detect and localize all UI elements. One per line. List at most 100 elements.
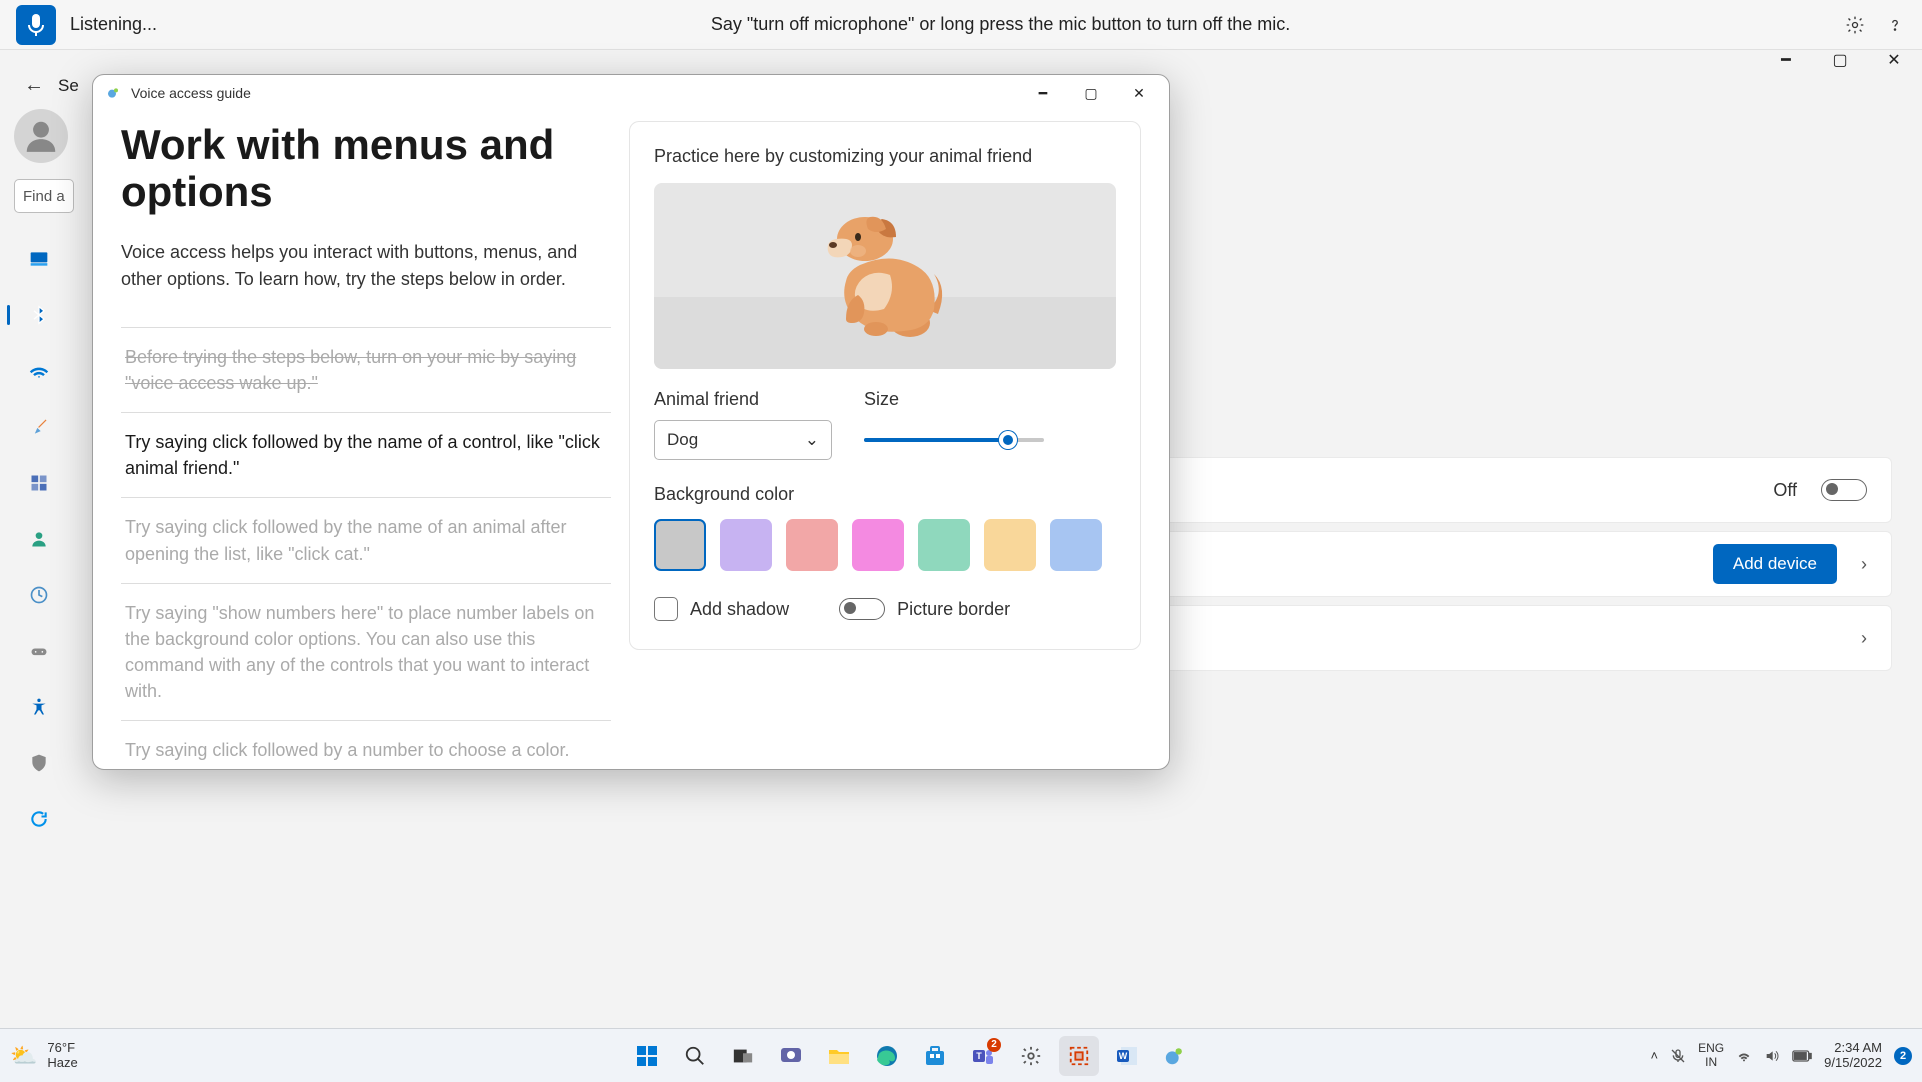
toggle-switch[interactable]	[1821, 479, 1867, 501]
sidebar-item-time-language[interactable]	[23, 579, 55, 611]
start-icon	[635, 1044, 659, 1068]
search-icon	[684, 1045, 706, 1067]
notification-badge[interactable]: 2	[1894, 1047, 1912, 1065]
color-swatch[interactable]	[786, 519, 838, 571]
color-swatch[interactable]	[918, 519, 970, 571]
sidebar-item-windows-update[interactable]	[23, 803, 55, 835]
taskview-icon	[732, 1045, 754, 1067]
paintbrush-icon	[29, 417, 49, 437]
sidebar-item-network[interactable]	[23, 355, 55, 387]
sidebar-item-privacy[interactable]	[23, 747, 55, 779]
voice-access-icon	[1164, 1045, 1186, 1067]
taskbar-chat-button[interactable]	[771, 1036, 811, 1076]
display-icon	[29, 249, 49, 269]
toggle-label: Off	[1773, 480, 1797, 501]
sidebar-item-apps[interactable]	[23, 467, 55, 499]
color-swatch[interactable]	[1050, 519, 1102, 571]
user-avatar[interactable]	[14, 109, 68, 163]
dog-illustration	[810, 195, 960, 345]
guide-window-title: Voice access guide	[131, 85, 251, 101]
chat-icon	[779, 1044, 803, 1068]
taskbar-word-button[interactable]: W	[1107, 1036, 1147, 1076]
teams-badge: 2	[987, 1038, 1001, 1052]
tray-chevron-icon[interactable]: ˄	[1651, 1048, 1659, 1063]
battery-tray-icon[interactable]	[1792, 1050, 1812, 1062]
find-setting-input[interactable]: Find a	[14, 179, 74, 213]
store-icon	[923, 1044, 947, 1068]
weather-icon: ⛅	[10, 1043, 37, 1069]
color-swatch[interactable]	[852, 519, 904, 571]
weather-widget[interactable]: ⛅ 76°F Haze	[10, 1041, 250, 1070]
guide-heading: Work with menus and options	[121, 121, 611, 215]
clock[interactable]: 2:34 AM 9/15/2022	[1824, 1041, 1882, 1071]
mic-button[interactable]	[16, 5, 56, 45]
wifi-icon	[29, 361, 49, 381]
taskbar-edge-button[interactable]	[867, 1036, 907, 1076]
color-swatch[interactable]	[984, 519, 1036, 571]
guide-left-pane: Work with menus and options Voice access…	[121, 121, 621, 770]
taskbar: ⛅ 76°F Haze T 2 W ˄ ENG IN 2:34 A	[0, 1028, 1922, 1082]
voice-access-guide-window: Voice access guide ━ ▢ ✕ Work with menus…	[92, 74, 1170, 770]
back-button[interactable]: ←	[24, 74, 44, 97]
size-label: Size	[864, 389, 1116, 410]
animal-friend-label: Animal friend	[654, 389, 832, 410]
taskbar-snip-button[interactable]	[1059, 1036, 1099, 1076]
sidebar-item-system[interactable]	[23, 243, 55, 275]
taskbar-explorer-button[interactable]	[819, 1036, 859, 1076]
sidebar-item-bluetooth[interactable]	[23, 299, 55, 331]
chevron-down-icon: ⌄	[805, 430, 819, 450]
settings-sidebar: Find a	[0, 97, 90, 1028]
guide-step: Try saying "show numbers here" to place …	[121, 584, 611, 721]
guide-minimize-button[interactable]: ━	[1019, 75, 1067, 111]
wifi-tray-icon[interactable]	[1736, 1048, 1752, 1064]
svg-text:W: W	[1119, 1051, 1128, 1061]
apps-icon	[29, 473, 49, 493]
taskbar-settings-button[interactable]	[1011, 1036, 1051, 1076]
mic-muted-icon[interactable]	[1670, 1048, 1686, 1064]
microphone-icon	[27, 13, 45, 37]
settings-gear-icon[interactable]	[1844, 14, 1866, 36]
taskbar-store-button[interactable]	[915, 1036, 955, 1076]
sidebar-item-personalization[interactable]	[23, 411, 55, 443]
system-tray: ˄ ENG IN 2:34 AM 9/15/2022 2	[1572, 1041, 1912, 1071]
language-indicator[interactable]: ENG IN	[1698, 1042, 1724, 1070]
color-swatch[interactable]	[654, 519, 706, 571]
size-slider[interactable]	[864, 438, 1044, 442]
person-icon	[29, 529, 49, 549]
word-icon: W	[1115, 1044, 1139, 1068]
taskbar-voice-access-button[interactable]	[1155, 1036, 1195, 1076]
edge-icon	[875, 1044, 899, 1068]
taskbar-teams-button[interactable]: T 2	[963, 1036, 1003, 1076]
add-device-button[interactable]: Add device	[1713, 544, 1837, 584]
taskbar-start-button[interactable]	[627, 1036, 667, 1076]
voice-status-text: Listening...	[70, 14, 157, 35]
taskbar-taskview-button[interactable]	[723, 1036, 763, 1076]
add-shadow-checkbox[interactable]	[654, 597, 678, 621]
guide-close-button[interactable]: ✕	[1115, 75, 1163, 111]
guide-step: Try saying click followed by the name of…	[121, 498, 611, 583]
slider-thumb[interactable]	[999, 431, 1017, 449]
volume-tray-icon[interactable]	[1764, 1048, 1780, 1064]
help-icon[interactable]	[1884, 14, 1906, 36]
picture-border-toggle[interactable]	[839, 598, 885, 620]
guide-step: Before trying the steps below, turn on y…	[121, 328, 611, 413]
guide-maximize-button[interactable]: ▢	[1067, 75, 1115, 111]
guide-step: Try saying click followed by a number to…	[121, 721, 611, 770]
voice-access-bar: Listening... Say "turn off microphone" o…	[0, 0, 1922, 50]
guide-titlebar: Voice access guide ━ ▢ ✕	[93, 75, 1169, 111]
color-swatch[interactable]	[720, 519, 772, 571]
practice-title: Practice here by customizing your animal…	[654, 146, 1116, 167]
sidebar-item-accessibility[interactable]	[23, 691, 55, 723]
sidebar-item-accounts[interactable]	[23, 523, 55, 555]
animal-friend-select[interactable]: Dog ⌄	[654, 420, 832, 460]
sidebar-item-gaming[interactable]	[23, 635, 55, 667]
bluetooth-icon	[29, 305, 49, 325]
guide-steps-list: Before trying the steps below, turn on y…	[121, 327, 611, 770]
add-shadow-label: Add shadow	[690, 599, 789, 620]
settings-icon	[1020, 1045, 1042, 1067]
shield-icon	[29, 753, 49, 773]
chevron-right-icon: ›	[1861, 554, 1867, 575]
weather-temp: 76°F	[47, 1041, 77, 1055]
taskbar-search-button[interactable]	[675, 1036, 715, 1076]
guide-right-pane: Practice here by customizing your animal…	[629, 121, 1141, 770]
